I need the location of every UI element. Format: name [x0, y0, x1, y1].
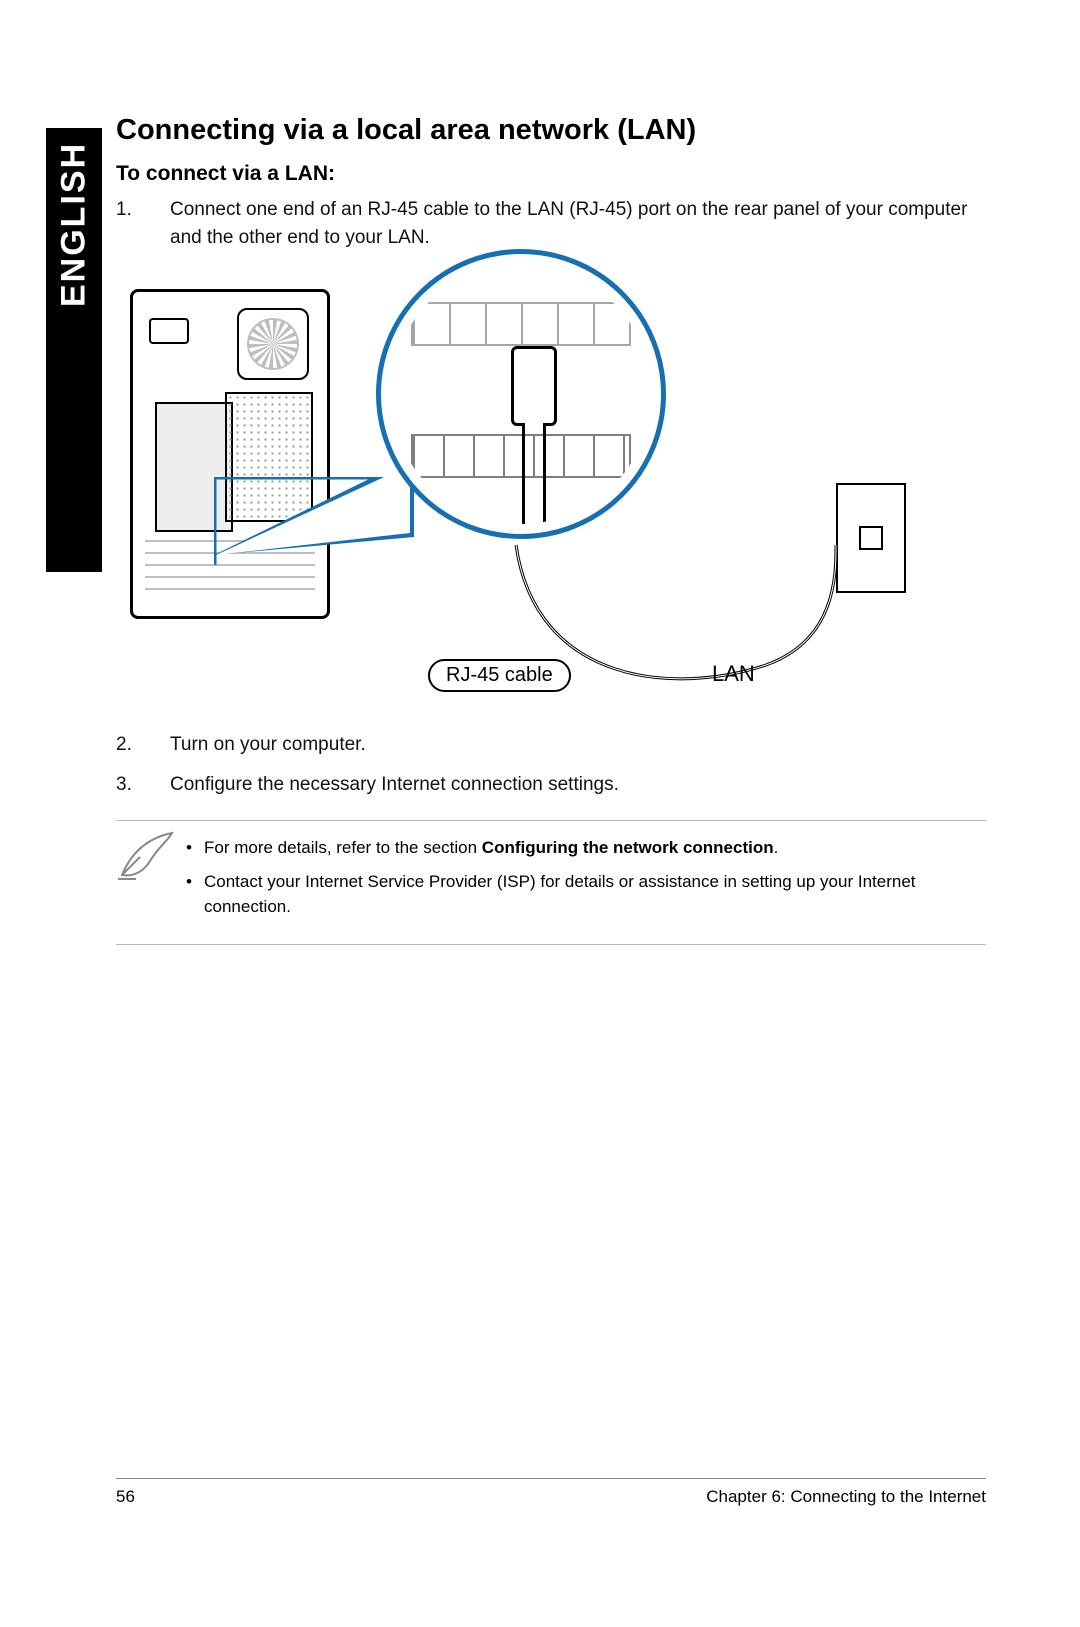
step-2: Turn on your computer.	[116, 731, 986, 759]
language-side-tab: ENGLISH	[46, 128, 102, 572]
note-item-2: Contact your Internet Service Provider (…	[186, 869, 978, 920]
note-box: For more details, refer to the section C…	[116, 820, 986, 945]
note-1-suffix: .	[774, 838, 779, 857]
zoom-callout-inner	[391, 264, 651, 524]
callout-leader-line	[214, 477, 424, 565]
lan-label: LAN	[712, 661, 755, 687]
main-content: Connecting via a local area network (LAN…	[116, 112, 986, 945]
connection-diagram: RJ-45 cable LAN	[116, 265, 986, 705]
section-heading: Connecting via a local area network (LAN…	[116, 112, 986, 148]
note-item-1: For more details, refer to the section C…	[186, 835, 978, 861]
computer-tower-icon	[130, 289, 330, 619]
subsection-heading: To connect via a LAN:	[116, 162, 986, 186]
av-ports-icon	[411, 434, 631, 478]
instruction-list: Connect one end of an RJ-45 cable to the…	[116, 196, 986, 251]
page-footer: 56 Chapter 6: Connecting to the Internet	[116, 1478, 986, 1507]
rj45-plug-icon	[511, 346, 557, 426]
note-pen-icon	[116, 831, 176, 881]
page-number: 56	[116, 1487, 135, 1507]
power-socket-icon	[149, 318, 189, 344]
instruction-list-cont: Turn on your computer. Configure the nec…	[116, 731, 986, 798]
fan-icon	[237, 308, 309, 380]
note-1-bold: Configuring the network connection	[482, 838, 774, 857]
note-1-prefix: For more details, refer to the section	[204, 838, 482, 857]
step-1: Connect one end of an RJ-45 cable to the…	[116, 196, 986, 251]
usb-ports-icon	[411, 302, 631, 346]
wall-jack-icon	[836, 483, 906, 593]
zoom-callout	[376, 249, 666, 539]
cable-label: RJ-45 cable	[428, 659, 571, 692]
step-3: Configure the necessary Internet connect…	[116, 771, 986, 799]
chapter-label: Chapter 6: Connecting to the Internet	[706, 1487, 986, 1507]
